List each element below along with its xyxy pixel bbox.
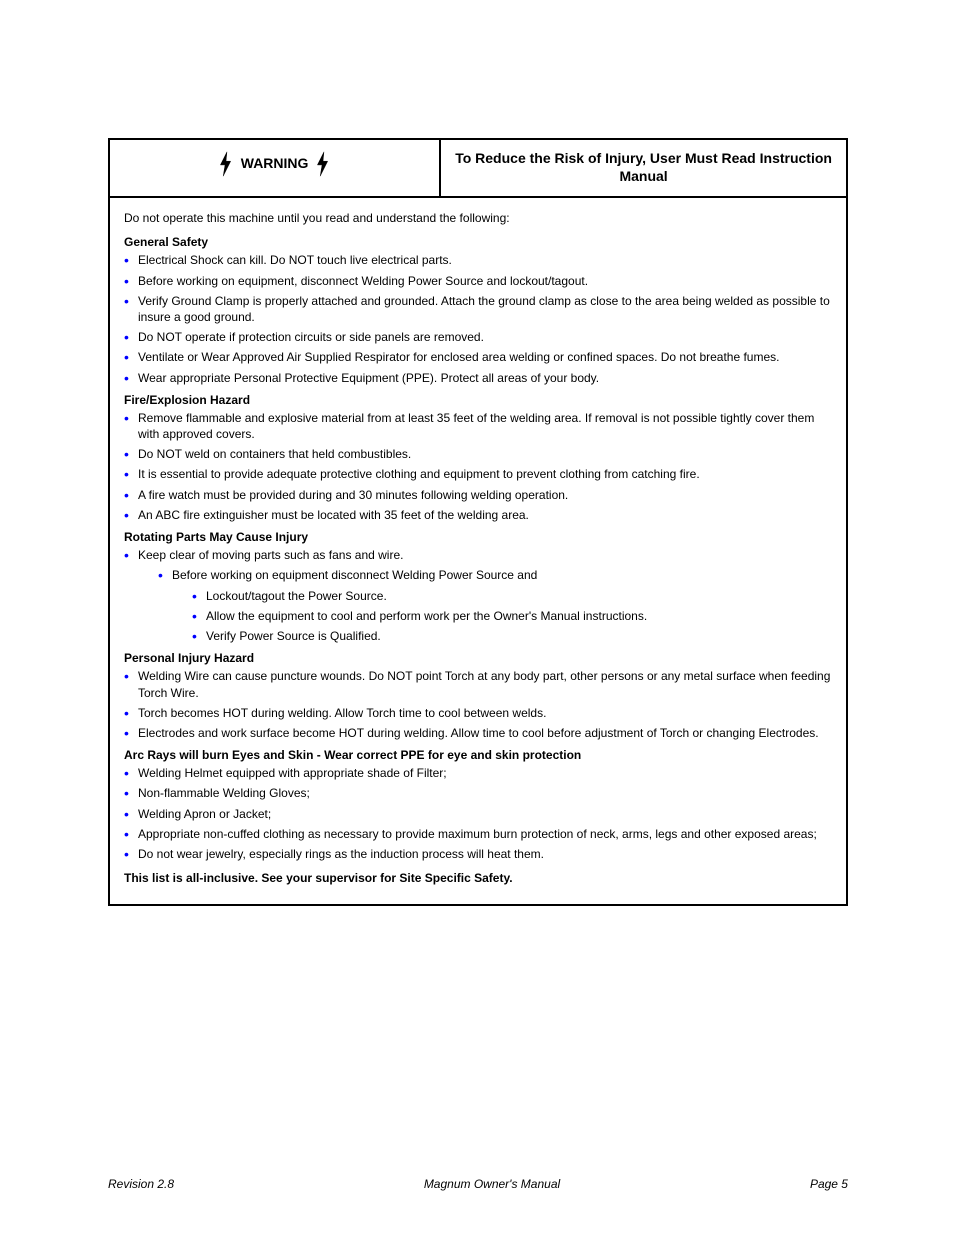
ppe-list: Welding Helmet equipped with appropriate… — [124, 765, 832, 862]
list-item: Non-flammable Welding Gloves; — [124, 785, 832, 801]
list-item: It is essential to provide adequate prot… — [124, 466, 832, 482]
warning-label: WARNING — [241, 155, 309, 171]
list-item: Torch becomes HOT during welding. Allow … — [124, 705, 832, 721]
list-item: Appropriate non-cuffed clothing as neces… — [124, 826, 832, 842]
injury-list: Welding Wire can cause puncture wounds. … — [124, 668, 832, 741]
list-item: Electrical Shock can kill. Do NOT touch … — [124, 252, 832, 268]
list-item: Welding Apron or Jacket; — [124, 806, 832, 822]
list-item-text: Before working on equipment disconnect W… — [172, 568, 537, 582]
lightning-bolt-icon — [313, 150, 333, 178]
list-item: Before working on equipment disconnect W… — [158, 567, 832, 644]
list-item: Remove flammable and explosive material … — [124, 410, 832, 442]
section-title-fire: Fire/Explosion Hazard — [124, 392, 832, 408]
list-item: Do not wear jewelry, especially rings as… — [124, 846, 832, 862]
page-footer: Revision 2.8 Magnum Owner's Manual Page … — [108, 1177, 848, 1191]
safety-body: Do not operate this machine until you re… — [110, 198, 846, 904]
section-title-injury: Personal Injury Hazard — [124, 650, 832, 666]
list-item: Before working on equipment, disconnect … — [124, 273, 832, 289]
list-item: An ABC fire extinguisher must be located… — [124, 507, 832, 523]
rotating-nested-list: Before working on equipment disconnect W… — [158, 567, 832, 644]
list-item: Welding Helmet equipped with appropriate… — [124, 765, 832, 781]
general-list: Electrical Shock can kill. Do NOT touch … — [124, 252, 832, 385]
list-item: A fire watch must be provided during and… — [124, 487, 832, 503]
list-item: Electrodes and work surface become HOT d… — [124, 725, 832, 741]
footer-page: Page 5 — [810, 1177, 848, 1191]
intro-text: Do not operate this machine until you re… — [124, 210, 832, 226]
section-title-rotating: Rotating Parts May Cause Injury — [124, 529, 832, 545]
lightning-bolt-icon — [216, 150, 236, 178]
rotating-list: Keep clear of moving parts such as fans … — [124, 547, 832, 644]
safety-table: WARNING To Reduce the Risk of Injury, Us… — [108, 138, 848, 906]
list-item-text: Keep clear of moving parts such as fans … — [138, 548, 403, 562]
instruction-header-cell: To Reduce the Risk of Injury, User Must … — [441, 140, 846, 196]
list-item: Welding Wire can cause puncture wounds. … — [124, 668, 832, 700]
list-item: Allow the equipment to cool and perform … — [192, 608, 832, 624]
rotating-nested2-list: Lockout/tagout the Power Source. Allow t… — [192, 588, 832, 645]
footer-title: Magnum Owner's Manual — [424, 1177, 560, 1191]
list-item: Ventilate or Wear Approved Air Supplied … — [124, 349, 832, 365]
list-item: Keep clear of moving parts such as fans … — [124, 547, 832, 644]
list-item: Verify Ground Clamp is properly attached… — [124, 293, 832, 325]
section-title-general: General Safety — [124, 234, 832, 250]
list-item: Do NOT weld on containers that held comb… — [124, 446, 832, 462]
section-title-ppe: Arc Rays will burn Eyes and Skin - Wear … — [124, 747, 832, 763]
table-header: WARNING To Reduce the Risk of Injury, Us… — [110, 140, 846, 198]
list-item: Wear appropriate Personal Protective Equ… — [124, 370, 832, 386]
list-item: Verify Power Source is Qualified. — [192, 628, 832, 644]
closing-text: This list is all-inclusive. See your sup… — [124, 870, 832, 886]
warning-header-cell: WARNING — [110, 140, 441, 196]
footer-revision: Revision 2.8 — [108, 1177, 174, 1191]
list-item: Do NOT operate if protection circuits or… — [124, 329, 832, 345]
list-item: Lockout/tagout the Power Source. — [192, 588, 832, 604]
instruction-label: To Reduce the Risk of Injury, User Must … — [455, 150, 832, 184]
fire-list: Remove flammable and explosive material … — [124, 410, 832, 523]
